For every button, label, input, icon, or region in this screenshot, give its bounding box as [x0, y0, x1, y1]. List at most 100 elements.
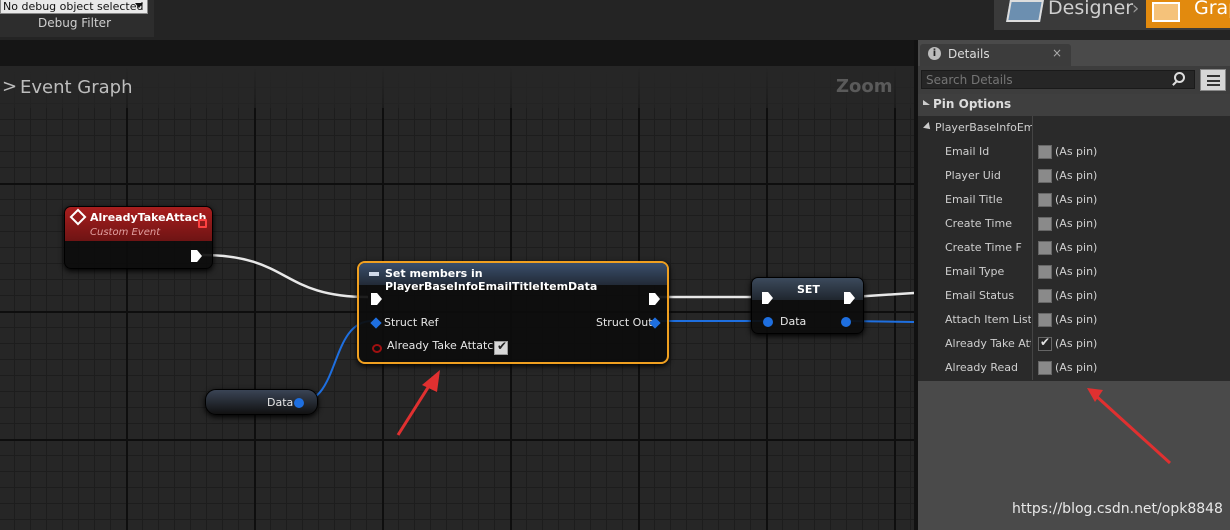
check-icon: ✔: [497, 339, 508, 353]
details-tab-label: Details: [948, 47, 990, 61]
column-separator: [1032, 332, 1033, 356]
as-pin-label: (As pin): [1055, 361, 1098, 374]
pin-option-row[interactable]: Create Time (As pin): [918, 212, 1230, 236]
section-label: Pin Options: [933, 97, 1012, 111]
column-separator: [1032, 236, 1033, 260]
as-pin-label: (As pin): [1055, 265, 1098, 278]
pin-option-name: Email Status: [945, 289, 1015, 302]
pin-options-section-header[interactable]: Pin Options: [918, 94, 1230, 116]
graph-mode-label: Graph: [1194, 0, 1230, 19]
data-in-pin[interactable]: [763, 317, 773, 327]
as-pin-label: (As pin): [1055, 145, 1098, 158]
pin-option-name: Already Take Atta: [945, 337, 1031, 350]
as-pin-label: (As pin): [1055, 289, 1098, 302]
pin-option-name: Email Id: [945, 145, 990, 158]
custom-event-node[interactable]: AlreadyTakeAttach Custom Event: [64, 206, 213, 269]
struct-ref-pin[interactable]: [370, 317, 382, 329]
pin-option-name: Player Uid: [945, 169, 1001, 182]
pin-option-row[interactable]: Create Time F (As pin): [918, 236, 1230, 260]
data-out-pin[interactable]: [294, 398, 304, 408]
pin-option-row[interactable]: Email Id (As pin): [918, 140, 1230, 164]
data-getter-node[interactable]: Data: [205, 389, 318, 415]
pin-option-row[interactable]: Already Read (As pin): [918, 356, 1230, 380]
as-pin-checkbox[interactable]: [1038, 361, 1052, 375]
column-separator: [1032, 188, 1033, 212]
column-separator: [1032, 164, 1033, 188]
struct-category-label: PlayerBaseInfoEma: [935, 121, 1032, 134]
as-pin-checkbox[interactable]: [1038, 169, 1052, 183]
function-icon: [369, 272, 379, 276]
struct-ref-label: Struct Ref: [384, 316, 439, 329]
node-title: Set members in PlayerBaseInfoEmailTitleI…: [385, 267, 598, 293]
expand-triangle-icon: [923, 122, 933, 132]
pin-option-name: Create Time F: [945, 241, 1022, 254]
as-pin-label: (As pin): [1055, 241, 1098, 254]
data-getter-label: Data: [267, 396, 294, 409]
as-pin-label: (As pin): [1055, 169, 1098, 182]
as-pin-checkbox[interactable]: [1038, 265, 1052, 279]
pin-option-name: Already Read: [945, 361, 1018, 374]
pin-option-row[interactable]: Attach Item List (As pin): [918, 308, 1230, 332]
column-separator: [1032, 116, 1033, 140]
pin-option-row[interactable]: Email Title (As pin): [918, 188, 1230, 212]
exec-out-pin[interactable]: [649, 293, 660, 305]
as-pin-checkbox[interactable]: [1038, 289, 1052, 303]
search-details-input[interactable]: [921, 70, 1195, 89]
graph-mode-button[interactable]: Graph: [1146, 0, 1230, 28]
pin-option-name: Email Type: [945, 265, 1005, 278]
pin-option-row[interactable]: Email Status (As pin): [918, 284, 1230, 308]
as-pin-checkbox[interactable]: [1038, 217, 1052, 231]
pin-option-name: Email Title: [945, 193, 1003, 206]
designer-mode-label: Designer: [1048, 0, 1134, 19]
designer-mode-button[interactable]: Designer: [1006, 0, 1133, 28]
view-options-button[interactable]: [1200, 69, 1226, 91]
check-icon: ✔: [1040, 335, 1051, 349]
exec-in-pin[interactable]: [371, 293, 382, 305]
column-separator: [1032, 284, 1033, 308]
pin-option-row[interactable]: Player Uid (As pin): [918, 164, 1230, 188]
pin-option-row[interactable]: Email Type (As pin): [918, 260, 1230, 284]
exec-wire: [201, 253, 369, 299]
as-pin-label: (As pin): [1055, 217, 1098, 230]
set-variable-node[interactable]: SET Data: [751, 277, 864, 334]
info-icon: i: [928, 47, 941, 60]
pin-option-row[interactable]: Already Take Atta ✔ (As pin): [918, 332, 1230, 356]
bool-pin-label: Already Take Attatch: [387, 339, 501, 352]
designer-icon: [1006, 0, 1044, 22]
struct-category-row[interactable]: PlayerBaseInfoEma: [918, 116, 1230, 140]
as-pin-label: (As pin): [1055, 193, 1098, 206]
list-icon: [1207, 75, 1220, 86]
node-subtitle: Custom Event: [90, 227, 161, 238]
exec-out-pin[interactable]: [191, 250, 202, 262]
column-separator: [1032, 356, 1033, 380]
expand-triangle-icon: [923, 100, 930, 105]
data-pin-label: Data: [780, 315, 807, 328]
set-members-node[interactable]: Set members in PlayerBaseInfoEmailTitleI…: [357, 261, 669, 364]
node-title: SET: [797, 283, 820, 296]
as-pin-label: (As pin): [1055, 337, 1098, 350]
column-separator: [1032, 308, 1033, 332]
close-icon[interactable]: ×: [1052, 46, 1062, 60]
bool-pin-checkbox[interactable]: ✔: [494, 339, 508, 355]
column-separator: [1032, 260, 1033, 284]
pin-option-list: Email Id (As pin) Player Uid (As pin) Email …: [918, 140, 1230, 381]
delegate-pin[interactable]: [198, 219, 207, 228]
as-pin-checkbox[interactable]: [1038, 313, 1052, 327]
as-pin-label: (As pin): [1055, 313, 1098, 326]
as-pin-checkbox[interactable]: [1038, 193, 1052, 207]
watermark-text: https://blog.csdn.net/opk8848: [1012, 501, 1223, 517]
as-pin-checkbox[interactable]: [1038, 241, 1052, 255]
node-title: AlreadyTakeAttach: [90, 211, 207, 224]
as-pin-checkbox[interactable]: [1038, 145, 1052, 159]
details-tab[interactable]: i Details ×: [920, 44, 1071, 66]
column-separator: [1032, 212, 1033, 236]
column-separator: [1032, 140, 1033, 164]
chevron-right-icon: ›: [1132, 0, 1140, 19]
struct-out-label: Struct Out: [596, 316, 653, 329]
graph-icon: [1152, 2, 1180, 22]
as-pin-checkbox[interactable]: ✔: [1038, 335, 1052, 351]
data-out-pin[interactable]: [841, 317, 851, 327]
pin-option-name: Attach Item List: [945, 313, 1031, 326]
pin-option-name: Create Time: [945, 217, 1012, 230]
bool-pin[interactable]: [372, 344, 382, 353]
